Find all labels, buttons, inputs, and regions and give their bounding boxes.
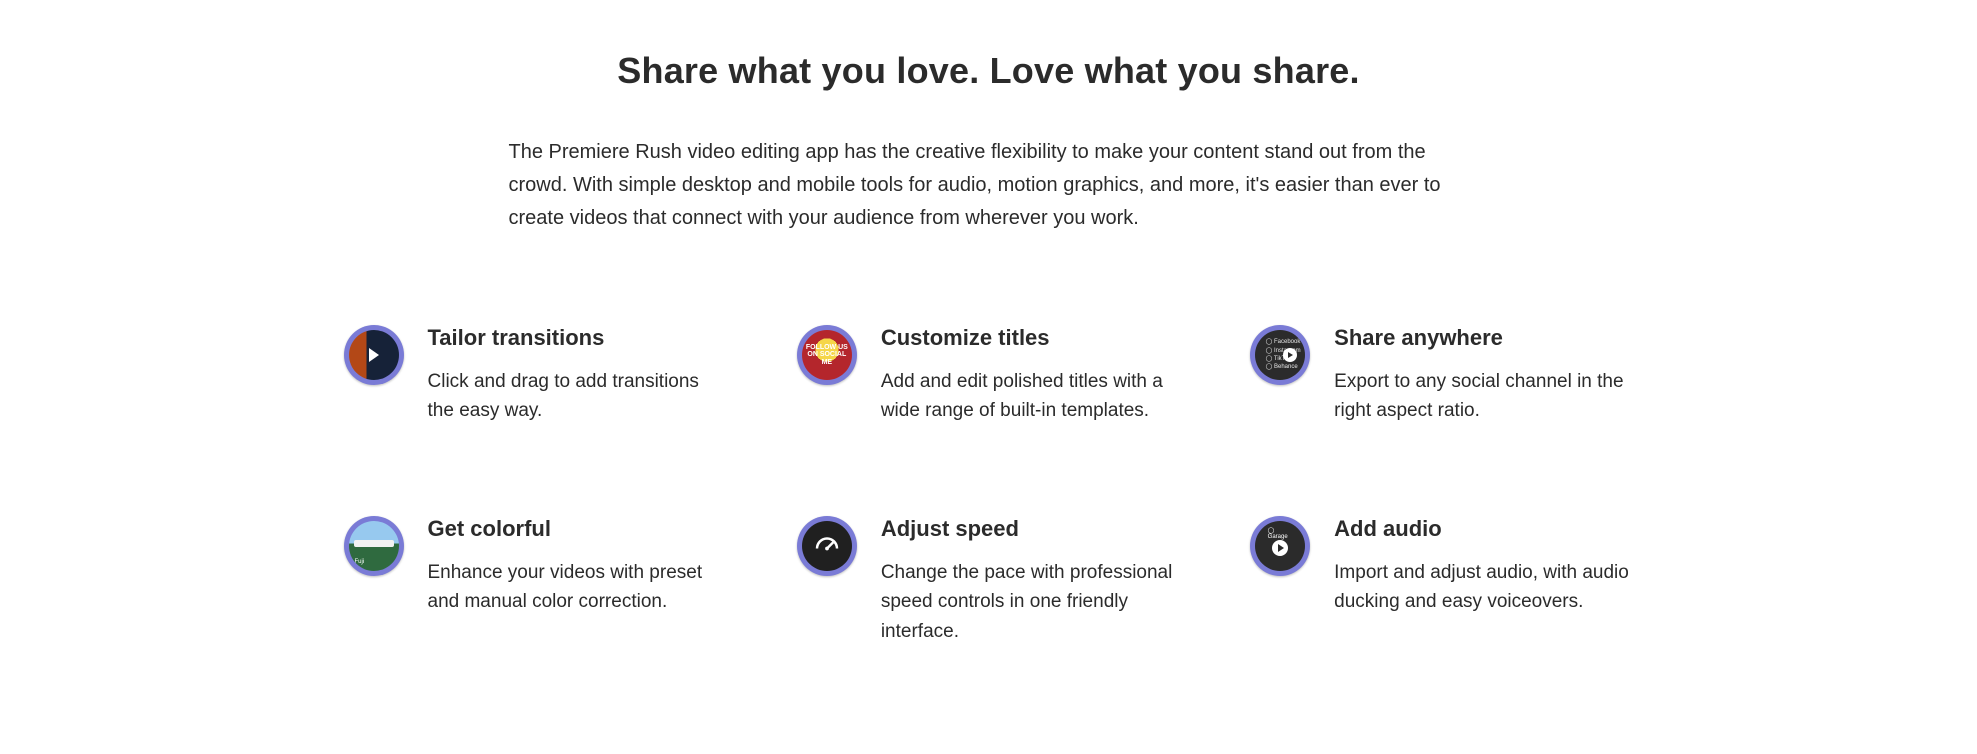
feature-share-anywhere: ◯ Facebook◯ Instagram◯ TikTok◯ Behance S… [1250, 325, 1633, 426]
page-headline: Share what you love. Love what you share… [344, 50, 1634, 92]
feature-title: Get colorful [428, 516, 727, 542]
feature-desc: Export to any social channel in the righ… [1334, 367, 1633, 426]
feature-desc: Change the pace with professional speed … [881, 558, 1180, 646]
audio-icon: ◯ Garage [1250, 516, 1310, 576]
titles-icon: FOLLOW USON SOCIAL ME [797, 325, 857, 385]
feature-desc: Import and adjust audio, with audio duck… [1334, 558, 1633, 617]
feature-title: Share anywhere [1334, 325, 1633, 351]
color-icon: Fuji [344, 516, 404, 576]
feature-desc: Click and drag to add transitions the ea… [428, 367, 727, 426]
share-icon: ◯ Facebook◯ Instagram◯ TikTok◯ Behance [1250, 325, 1310, 385]
feature-customize-titles: FOLLOW USON SOCIAL ME Customize titles A… [797, 325, 1180, 426]
feature-desc: Add and edit polished titles with a wide… [881, 367, 1180, 426]
intro-paragraph: The Premiere Rush video editing app has … [509, 136, 1469, 235]
feature-desc: Enhance your videos with preset and manu… [428, 558, 727, 617]
feature-add-audio: ◯ Garage Add audio Import and adjust aud… [1250, 516, 1633, 646]
feature-tailor-transitions: Tailor transitions Click and drag to add… [344, 325, 727, 426]
features-grid: Tailor transitions Click and drag to add… [344, 325, 1634, 646]
feature-title: Adjust speed [881, 516, 1180, 542]
speed-icon [797, 516, 857, 576]
feature-title: Customize titles [881, 325, 1180, 351]
feature-title: Tailor transitions [428, 325, 727, 351]
feature-adjust-speed: Adjust speed Change the pace with profes… [797, 516, 1180, 646]
feature-get-colorful: Fuji Get colorful Enhance your videos wi… [344, 516, 727, 646]
transitions-icon [344, 325, 404, 385]
feature-title: Add audio [1334, 516, 1633, 542]
